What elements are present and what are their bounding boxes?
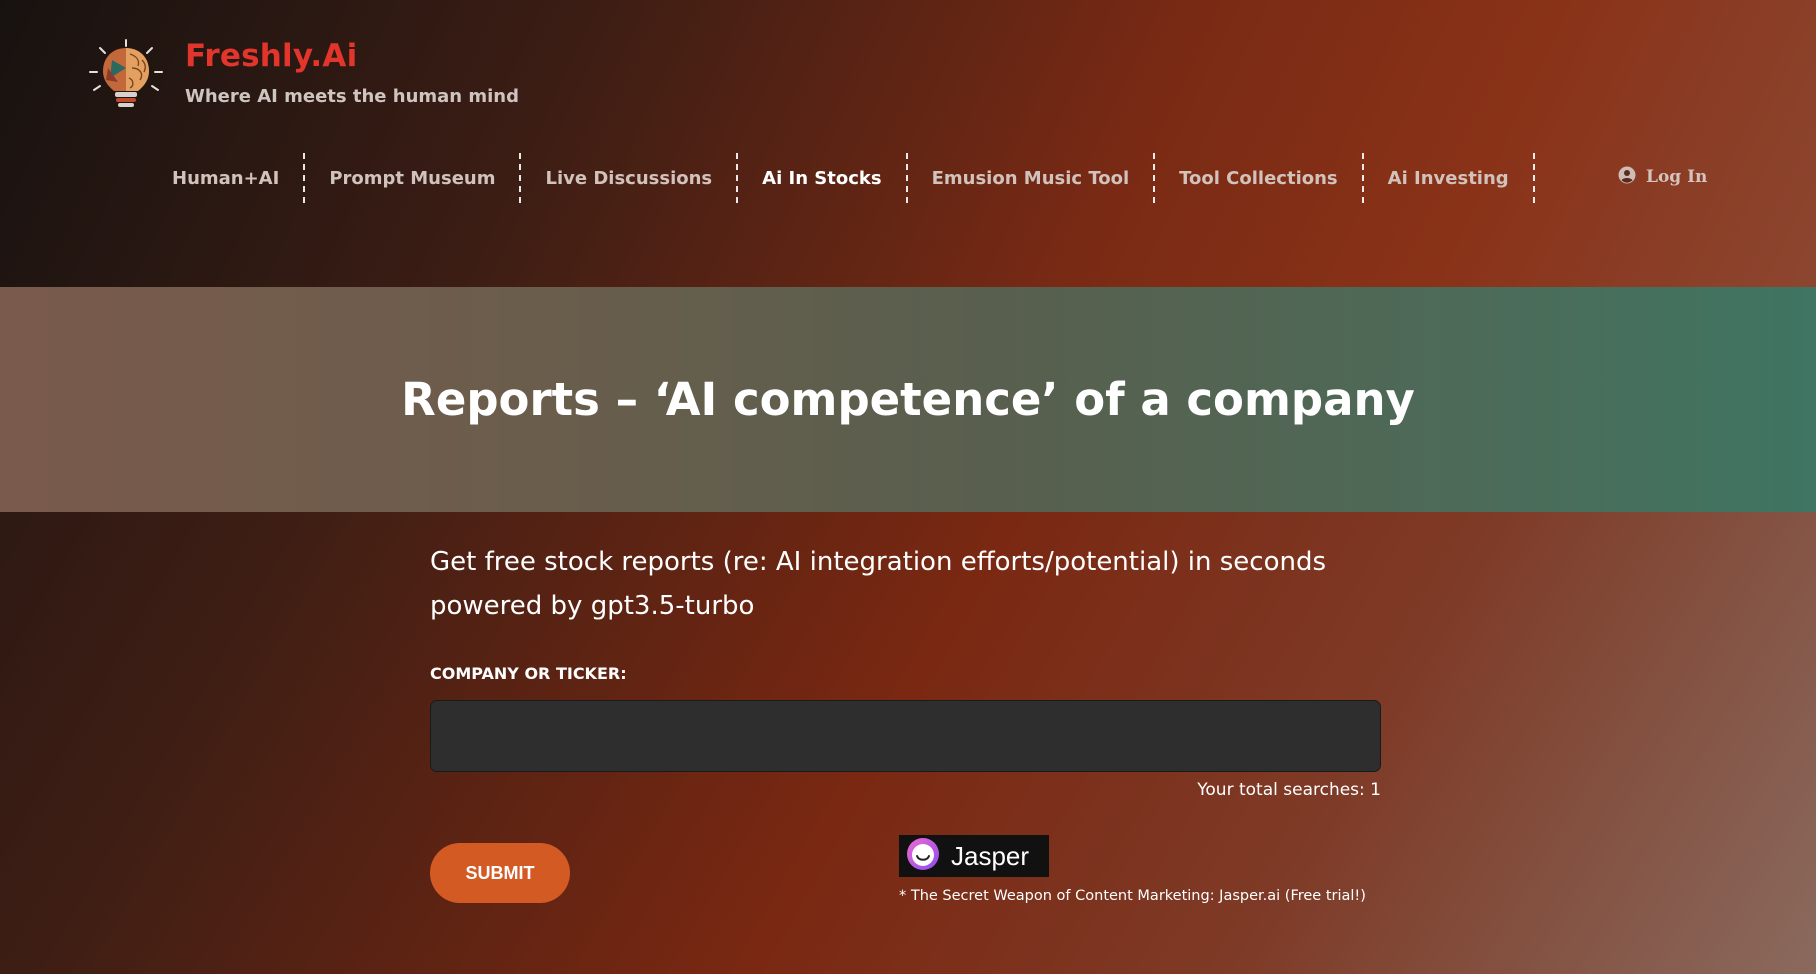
company-ticker-input[interactable] [430,700,1381,772]
jasper-promo-link[interactable]: * The Secret Weapon of Content Marketing… [899,888,1366,904]
search-count: Your total searches: 1 [1197,780,1381,800]
login-label: Log In [1646,167,1708,187]
login-link[interactable]: Log In [1618,166,1707,188]
nav-item-ai-in-stocks[interactable]: Ai In Stocks [738,153,908,203]
brand-name[interactable]: Freshly.Ai [185,38,357,74]
nav-item-live-discussions[interactable]: Live Discussions [521,153,739,203]
nav-item-emusion-music-tool[interactable]: Emusion Music Tool [908,153,1156,203]
brand-tagline: Where AI meets the human mind [185,86,520,107]
nav-item-human-ai[interactable]: Human+AI [148,153,306,203]
lightbulb-brain-icon[interactable] [88,38,164,114]
intro-text: Get free stock reports (re: AI integrati… [430,540,1381,628]
submit-button[interactable]: SUBMIT [430,843,570,903]
site-header: Freshly.Ai Where AI meets the human mind… [0,0,1816,287]
page-title: Reports – ‘AI competence’ of a company [401,373,1415,426]
page-banner: Reports – ‘AI competence’ of a company [0,287,1816,512]
company-ticker-label: COMPANY OR TICKER: [430,664,627,683]
main-nav: Human+AI Prompt Museum Live Discussions … [148,153,1535,203]
nav-item-prompt-museum[interactable]: Prompt Museum [305,153,522,203]
nav-item-tool-collections[interactable]: Tool Collections [1155,153,1364,203]
user-circle-icon [1618,166,1636,188]
jasper-badge-name: Jasper [951,840,1030,871]
intro-line-1: Get free stock reports (re: AI integrati… [430,547,1327,577]
nav-item-ai-investing[interactable]: Ai Investing [1364,153,1535,203]
jasper-logo-icon [903,836,943,876]
intro-line-2: powered by gpt3.5-turbo [430,591,755,621]
report-form: Get free stock reports (re: AI integrati… [430,540,1381,904]
jasper-badge[interactable]: Jasper [899,835,1049,877]
